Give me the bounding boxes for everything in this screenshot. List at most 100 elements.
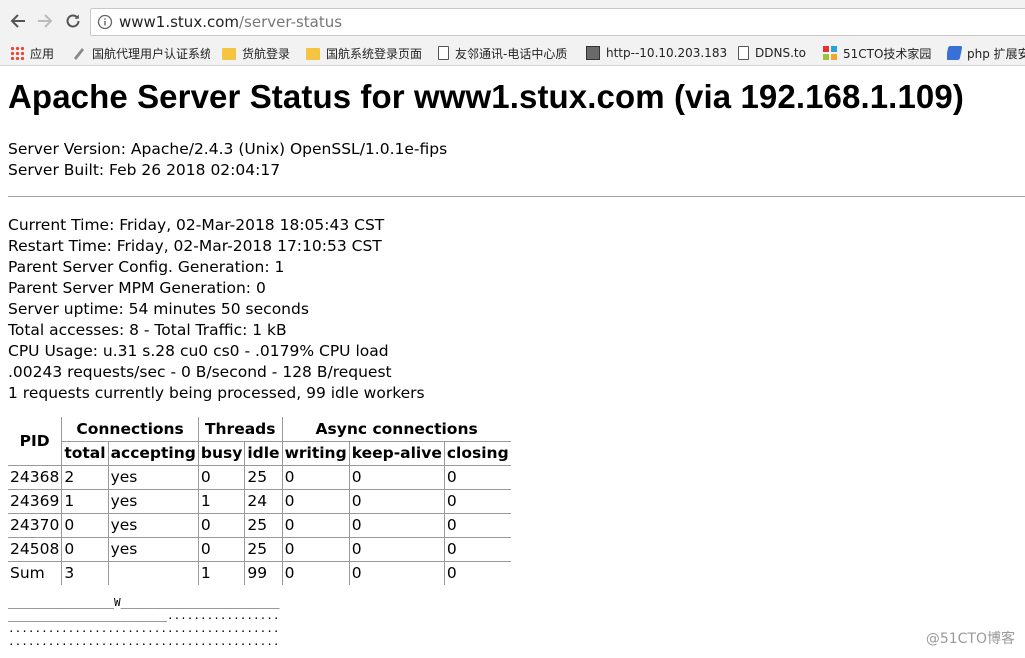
cell-busy: 1 <box>197 560 245 585</box>
bookmark-item[interactable]: 国航系统登录页面 <box>306 43 431 63</box>
header-threads: Threads <box>197 417 283 441</box>
cell-total: 0 <box>61 536 109 561</box>
bookmark-item[interactable]: 51CTO技术家园 <box>823 43 941 63</box>
bookmark-item[interactable]: php 扩展安 <box>947 43 1025 63</box>
cell-busy: 0 <box>197 512 245 537</box>
cell-idle: 99 <box>244 560 283 585</box>
info-icon[interactable] <box>97 14 113 30</box>
header-accepting: accepting <box>107 440 199 465</box>
scoreboard-line: ........................................… <box>8 622 280 635</box>
cell-total: 3 <box>61 560 109 585</box>
cell-keep-alive: 0 <box>348 512 445 537</box>
header-idle: idle <box>244 440 283 465</box>
header-async-connections: Async connections <box>281 417 511 441</box>
cpu-usage: CPU Usage: u.31 s.28 cu0 cs0 - .0179% CP… <box>8 342 389 360</box>
scoreboard-line: ........................................… <box>8 635 280 648</box>
server-uptime: Server uptime: 54 minutes 50 seconds <box>8 300 309 318</box>
cell-accepting: yes <box>107 464 199 489</box>
cell-writing: 0 <box>281 560 350 585</box>
watermark: @51CTO博客 <box>925 631 1015 647</box>
cell-busy: 0 <box>197 464 245 489</box>
bookmark-label: DDNS.to <box>755 46 806 60</box>
cell-pid: 24369 <box>8 488 62 513</box>
bookmark-item[interactable]: 友邻通讯-电话中心质 <box>438 43 578 63</box>
cell-closing: 0 <box>443 512 511 537</box>
cell-idle: 25 <box>244 464 283 489</box>
table-row: 24370 0 yes 0 25 0 0 0 <box>8 512 511 537</box>
image-icon <box>586 46 600 60</box>
server-version: Server Version: Apache/2.4.3 (Unix) Open… <box>8 140 448 158</box>
cell-keep-alive: 0 <box>348 488 445 513</box>
page-icon <box>738 46 749 60</box>
cell-pid: 24368 <box>8 464 62 489</box>
bookmark-item[interactable]: DDNS.to <box>738 43 818 63</box>
forward-arrow-icon <box>38 14 53 28</box>
cell-accepting: yes <box>107 488 199 513</box>
table-header-row: PID Connections Threads Async connection… <box>8 417 511 450</box>
table-sum-row: Sum 3 1 99 0 0 0 <box>8 560 511 585</box>
cell-writing: 0 <box>281 488 350 513</box>
bookmarks-bar: 应用 国航代理用户认证系统 货航登录 国航系统登录页面 友邻通讯-电话中心质 h… <box>0 40 1025 66</box>
divider <box>8 196 1025 197</box>
back-button[interactable] <box>7 10 29 32</box>
cell-keep-alive: 0 <box>348 560 445 585</box>
total-accesses: Total accesses: 8 - Total Traffic: 1 kB <box>8 321 287 339</box>
scoreboard-line: ________________W_______________________… <box>8 596 280 609</box>
current-time: Current Time: Friday, 02-Mar-2018 18:05:… <box>8 216 385 234</box>
cell-idle: 25 <box>244 512 283 537</box>
url-path: /server-status <box>239 13 343 31</box>
cell-closing: 0 <box>443 560 511 585</box>
cell-total: 1 <box>61 488 109 513</box>
table-row: 24369 1 yes 1 24 0 0 0 <box>8 488 511 513</box>
cell-total: 2 <box>61 464 109 489</box>
bookmark-label: 国航代理用户认证系统 <box>92 46 210 61</box>
header-keep-alive: keep-alive <box>348 440 445 465</box>
cell-writing: 0 <box>281 512 350 537</box>
cell-pid: Sum <box>8 560 62 585</box>
cell-idle: 24 <box>244 488 283 513</box>
forward-button[interactable] <box>34 10 56 32</box>
bookmark-item[interactable]: 货航登录 <box>222 43 302 63</box>
requests-processing: 1 requests currently being processed, 99… <box>8 384 425 402</box>
request-rates: .00243 requests/sec - 0 B/second - 128 B… <box>8 363 392 381</box>
cell-keep-alive: 0 <box>348 464 445 489</box>
cell-pid: 24370 <box>8 512 62 537</box>
bookmark-item[interactable]: http--10.10.203.183 <box>586 43 728 63</box>
page-icon <box>438 46 449 60</box>
url-host: www1.stux.com <box>119 13 239 31</box>
cell-accepting: yes <box>107 512 199 537</box>
cell-idle: 25 <box>244 536 283 561</box>
folder-icon <box>222 47 236 60</box>
table-subheader-row: total accepting busy idle writing keep-a… <box>8 440 511 465</box>
bookmark-apps[interactable]: 应用 <box>10 43 70 63</box>
restart-time: Restart Time: Friday, 02-Mar-2018 17:10:… <box>8 237 382 255</box>
bookmark-label: php 扩展安 <box>967 46 1025 61</box>
table-row: 24368 2 yes 0 25 0 0 0 <box>8 464 511 489</box>
bookmark-label: 货航登录 <box>242 46 291 61</box>
bookmark-label: 应用 <box>30 46 55 61</box>
scoreboard-line: ________________________................… <box>8 609 280 622</box>
address-bar[interactable]: www1.stux.com/server-status <box>90 8 1025 36</box>
php-icon <box>947 46 963 60</box>
config-generation: Parent Server Config. Generation: 1 <box>8 258 285 276</box>
reload-button[interactable] <box>62 10 84 32</box>
header-pid: PID <box>19 431 50 450</box>
header-closing: closing <box>443 440 511 465</box>
cell-writing: 0 <box>281 464 350 489</box>
table-row: 24508 0 yes 0 25 0 0 0 <box>8 536 511 561</box>
reload-icon <box>66 14 80 28</box>
cell-closing: 0 <box>443 536 511 561</box>
cell-keep-alive: 0 <box>348 536 445 561</box>
navigation-bar: www1.stux.com/server-status <box>0 0 1025 40</box>
bookmark-label: 友邻通讯-电话中心质 <box>455 46 568 61</box>
header-busy: busy <box>197 440 245 465</box>
bookmark-label: 国航系统登录页面 <box>326 46 423 61</box>
header-writing: writing <box>281 440 350 465</box>
bookmark-item[interactable]: 国航代理用户认证系统 <box>72 43 210 63</box>
cell-closing: 0 <box>443 464 511 489</box>
header-total: total <box>61 440 109 465</box>
page-title: Apache Server Status for www1.stux.com (… <box>8 78 964 115</box>
cell-accepting: yes <box>107 536 199 561</box>
process-status-table: PID Connections Threads Async connection… <box>8 417 511 585</box>
server-built: Server Built: Feb 26 2018 02:04:17 <box>8 161 281 179</box>
